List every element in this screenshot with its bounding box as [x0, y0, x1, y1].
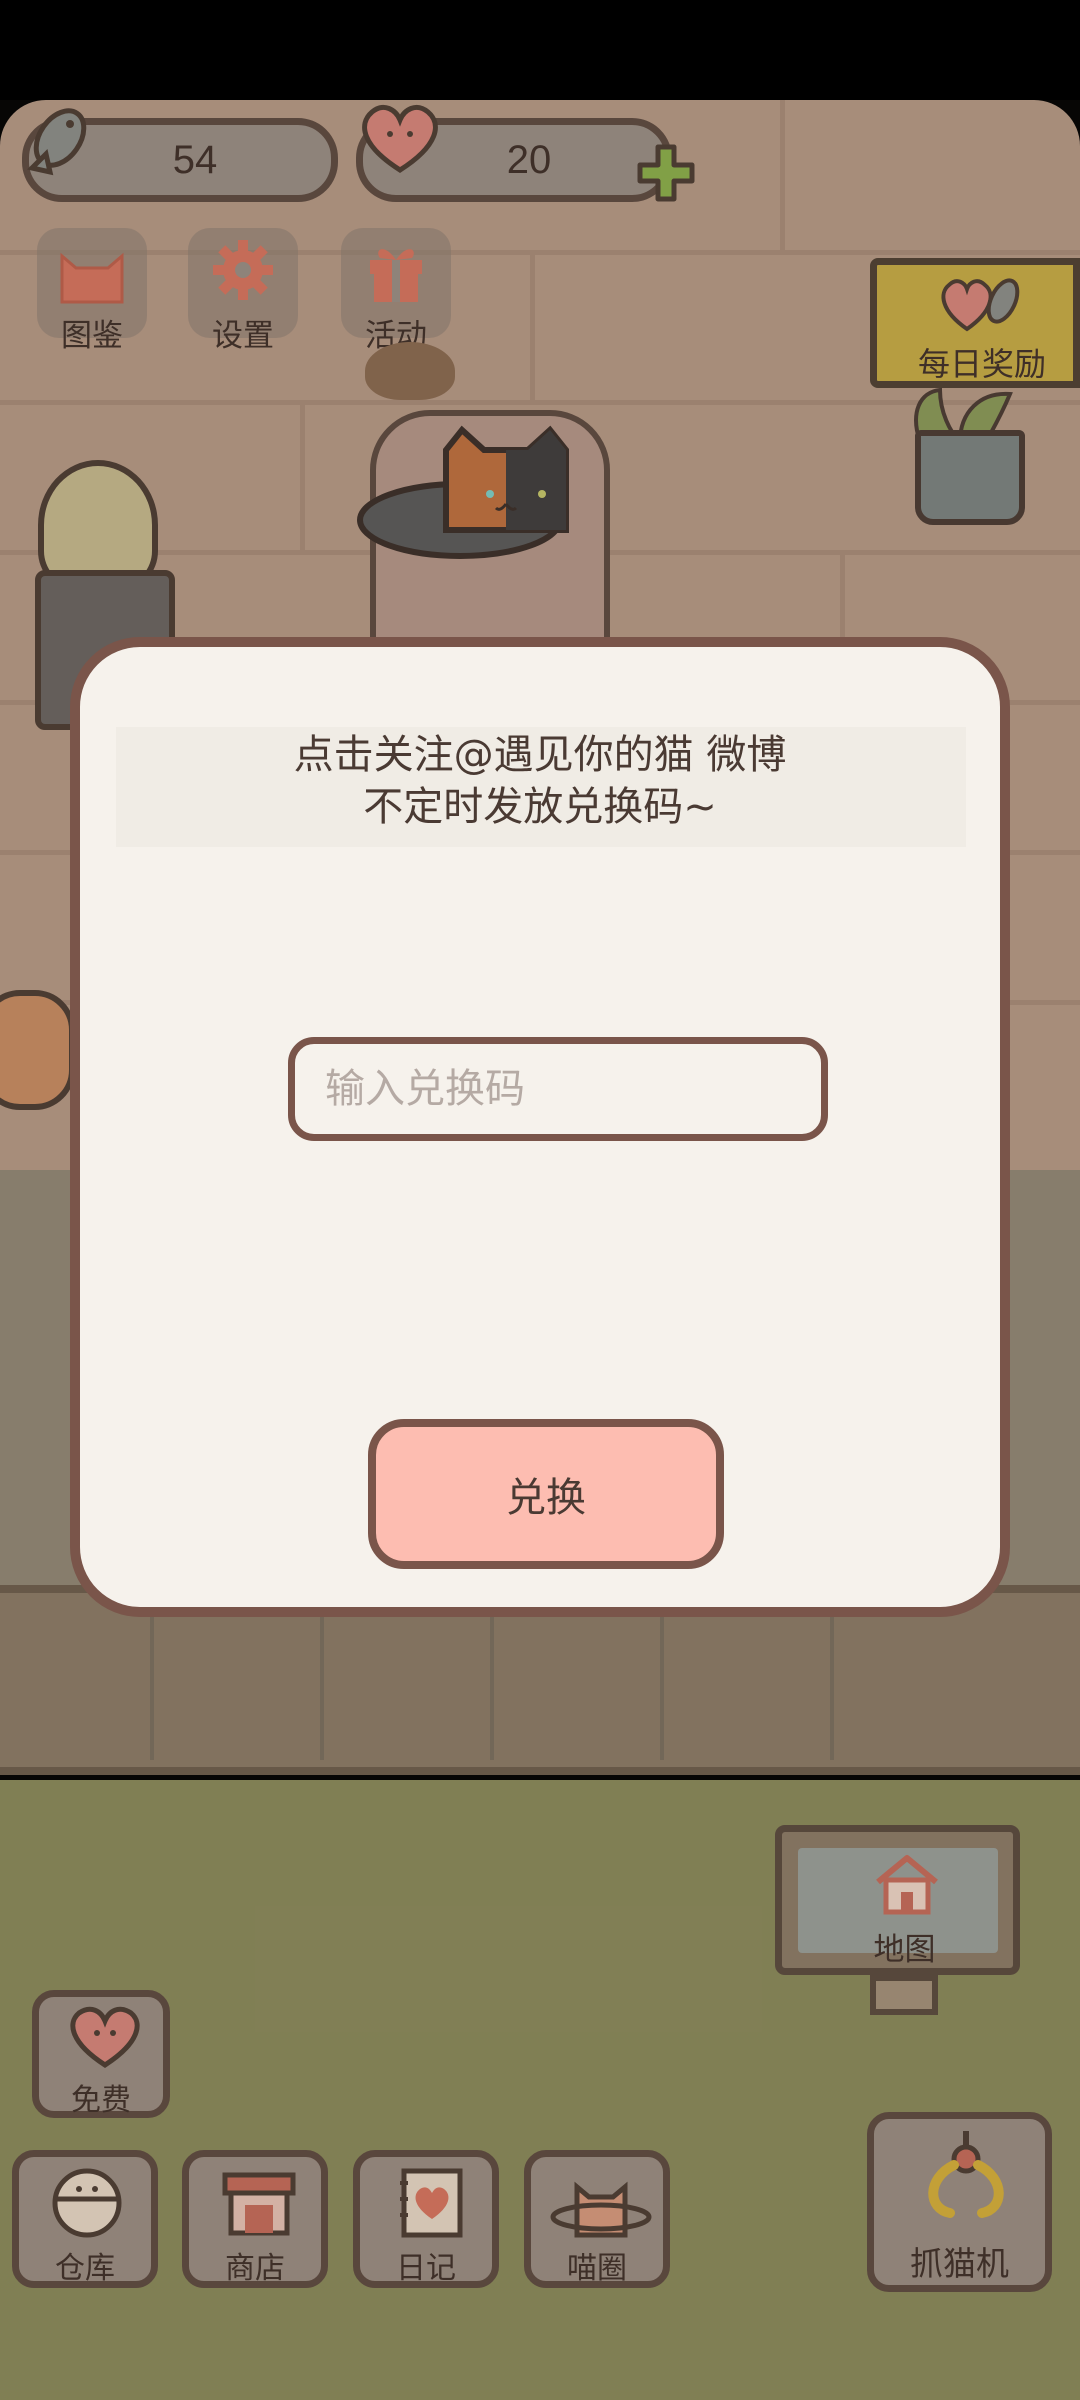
redeem-button[interactable]: 兑换	[368, 1419, 724, 1569]
redeem-code-dialog: 点击关注@遇见你的猫 微博 不定时发放兑换码~ 兑换	[70, 637, 1010, 1617]
redeem-code-input[interactable]	[288, 1037, 828, 1141]
game-screen: 54 20 图鉴 设置 活动 每日奖励 地图 免费 仓库 商店 日记 喵圈 抓猫…	[0, 0, 1080, 2400]
dialog-message-line1: 点击关注@遇见你的猫 微博	[293, 732, 787, 778]
status-bar-area	[0, 0, 1080, 100]
dialog-message-line2: 不定时发放兑换码~	[363, 784, 717, 830]
dialog-message: 点击关注@遇见你的猫 微博 不定时发放兑换码~	[120, 729, 960, 833]
